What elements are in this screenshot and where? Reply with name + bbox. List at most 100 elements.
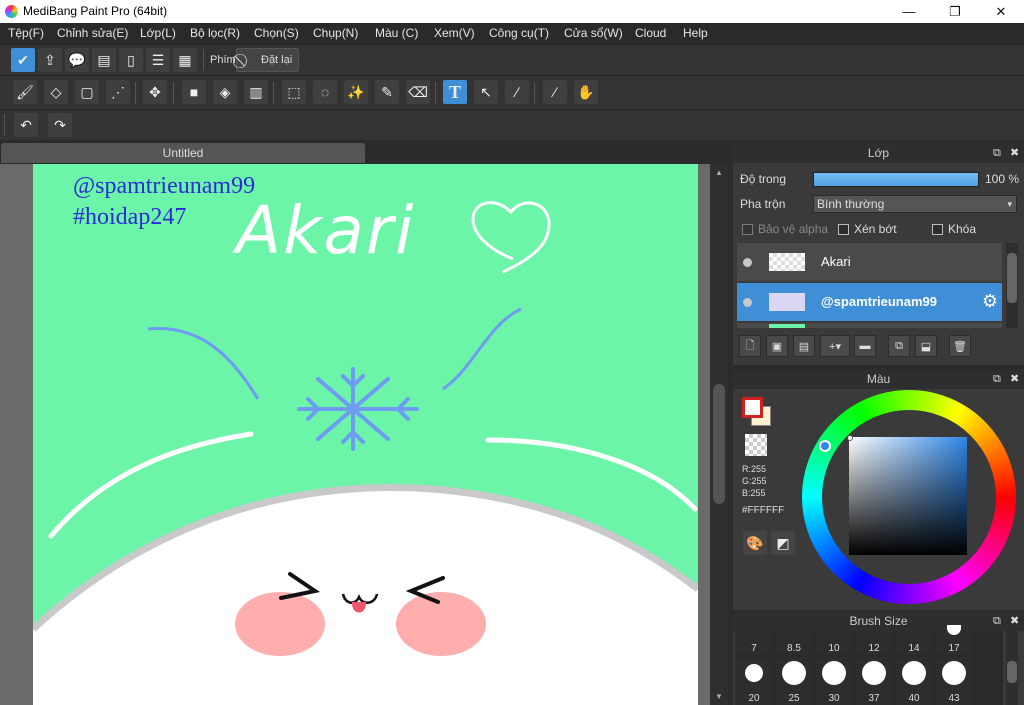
dot-tool-icon[interactable]: ⋰ bbox=[106, 80, 130, 104]
brush-size-37[interactable]: 37 bbox=[855, 657, 893, 705]
trash-icon[interactable]: 🗑 bbox=[949, 335, 971, 357]
share-icon[interactable]: ⇪ bbox=[38, 48, 62, 72]
visibility-icon[interactable] bbox=[743, 298, 752, 307]
undo-icon[interactable]: ↶ bbox=[14, 113, 38, 137]
scroll-thumb[interactable] bbox=[713, 384, 725, 504]
menu-file[interactable]: Tệp(F) bbox=[8, 26, 44, 40]
foreground-color-swatch[interactable] bbox=[742, 397, 763, 418]
palette-icon[interactable]: 🎨 bbox=[743, 531, 767, 555]
minimize-button[interactable]: — bbox=[886, 0, 932, 23]
menu-capture[interactable]: Chụp(N) bbox=[313, 26, 358, 40]
menu-select[interactable]: Chọn(S) bbox=[254, 26, 299, 40]
eyedropper-icon[interactable]: ⁄ bbox=[543, 80, 567, 104]
layer-scrollbar[interactable] bbox=[1006, 243, 1018, 328]
hand-icon[interactable]: ✋ bbox=[574, 80, 598, 104]
brush-size-8-5[interactable]: 8.5 bbox=[775, 631, 813, 655]
brush-icon[interactable]: 🖌 bbox=[13, 80, 37, 104]
duplicate-layer-icon[interactable]: ⧉ bbox=[888, 335, 910, 357]
lasso-icon[interactable]: ◌ bbox=[313, 80, 337, 104]
redo-icon[interactable]: ↷ bbox=[48, 113, 72, 137]
popout-icon[interactable]: ⧉ bbox=[993, 612, 1001, 631]
lock-checkbox[interactable] bbox=[932, 224, 943, 235]
drawing-canvas[interactable]: @spamtrieunam99 #hoidap247 Akari bbox=[33, 164, 698, 705]
select-eraser-icon[interactable]: ⌫ bbox=[406, 80, 430, 104]
reset-button[interactable]: ⃠ Đặt lại bbox=[236, 48, 299, 72]
menu-layer[interactable]: Lớp(L) bbox=[140, 26, 176, 40]
brush-scroll-thumb[interactable] bbox=[1007, 661, 1017, 683]
rectangle-select-icon[interactable]: ▢ bbox=[75, 80, 99, 104]
close-button[interactable]: ✕ bbox=[978, 0, 1024, 23]
brush-size-14[interactable]: 14 bbox=[895, 631, 933, 655]
brush-size-30[interactable]: 30 bbox=[815, 657, 853, 705]
bucket-icon[interactable]: ◈ bbox=[213, 80, 237, 104]
visibility-icon[interactable] bbox=[743, 258, 752, 267]
new-layer-1bit-icon[interactable]: ▤ bbox=[793, 335, 815, 357]
brush-size-20[interactable]: 20 bbox=[735, 657, 773, 705]
chevron-down-icon: ▾ bbox=[1007, 199, 1012, 209]
hue-handle[interactable] bbox=[819, 440, 831, 452]
panel-close-icon[interactable]: ✖ bbox=[1010, 370, 1019, 389]
layer-row-akari[interactable]: Akari bbox=[737, 243, 1002, 281]
scroll-down-arrow[interactable]: ▼ bbox=[715, 692, 723, 701]
page-icon[interactable]: ▯ bbox=[119, 48, 143, 72]
document-tab[interactable]: Untitled bbox=[1, 143, 365, 163]
add-layer-dropdown-icon[interactable]: +▾ bbox=[820, 335, 850, 357]
canvas-scrollbar[interactable]: ▲ ▼ bbox=[710, 164, 728, 705]
maximize-button[interactable]: ❐ bbox=[932, 0, 978, 23]
layer-scroll-thumb[interactable] bbox=[1007, 253, 1017, 303]
panel-close-icon[interactable]: ✖ bbox=[1010, 144, 1019, 163]
cloud-check-icon[interactable]: ✔ bbox=[11, 48, 35, 72]
eraser-icon[interactable]: ◇ bbox=[44, 80, 68, 104]
popout-icon[interactable]: ⧉ bbox=[993, 144, 1001, 163]
menu-tools[interactable]: Công cụ(T) bbox=[489, 26, 549, 40]
menu-filter[interactable]: Bộ lọc(R) bbox=[190, 26, 240, 40]
text-tool-icon[interactable]: T bbox=[443, 80, 467, 104]
menu-color[interactable]: Màu (C) bbox=[375, 26, 418, 40]
move-icon[interactable]: ✥ bbox=[143, 80, 167, 104]
merge-layer-icon[interactable]: ⬓ bbox=[915, 335, 937, 357]
scroll-up-arrow[interactable]: ▲ bbox=[715, 168, 723, 177]
top-toolbar: ✔ ⇪ 💬 ▤ ▯ ☰ ▦ Phím ⃠ Đặt lại bbox=[0, 44, 1024, 75]
sv-handle[interactable] bbox=[847, 435, 853, 441]
menu-cloud[interactable]: Cloud bbox=[635, 26, 666, 40]
marquee-icon[interactable]: ⬚ bbox=[282, 80, 306, 104]
brush-size-12[interactable]: 12 bbox=[855, 631, 893, 655]
brush-size-10[interactable]: 10 bbox=[815, 631, 853, 655]
toolbar-separator bbox=[534, 82, 535, 104]
protect-alpha-checkbox[interactable] bbox=[742, 224, 753, 235]
brush-size-7[interactable]: 7 bbox=[735, 631, 773, 655]
fill-rect-icon[interactable]: ■ bbox=[182, 80, 206, 104]
operation-icon[interactable]: ↖ bbox=[474, 80, 498, 104]
clipping-checkbox[interactable] bbox=[838, 224, 849, 235]
panel-close-icon[interactable]: ✖ bbox=[1010, 612, 1019, 631]
menu-edit[interactable]: Chỉnh sửa(E) bbox=[57, 26, 128, 40]
speech-bubble-icon[interactable]: 💬 bbox=[65, 48, 89, 72]
opacity-slider[interactable] bbox=[813, 172, 979, 187]
grid-chart-icon[interactable]: ▦ bbox=[173, 48, 197, 72]
new-layer-icon[interactable]: 🗋 bbox=[739, 335, 761, 357]
comment-icon[interactable]: ▤ bbox=[92, 48, 116, 72]
saturation-value-square[interactable] bbox=[849, 437, 967, 555]
menu-help[interactable]: Help bbox=[683, 26, 708, 40]
canvas-area[interactable]: @spamtrieunam99 #hoidap247 Akari bbox=[0, 164, 710, 705]
transparent-color-swatch[interactable] bbox=[745, 434, 767, 456]
menu-view[interactable]: Xem(V) bbox=[434, 26, 475, 40]
brush-size-40[interactable]: 40 bbox=[895, 657, 933, 705]
brush-size-43[interactable]: 43 bbox=[935, 657, 973, 705]
magic-wand-icon[interactable]: ✨ bbox=[344, 80, 368, 104]
menu-window[interactable]: Cửa sổ(W) bbox=[564, 26, 623, 40]
layer-row-handle[interactable]: @spamtrieunam99 ⚙ bbox=[737, 283, 1002, 321]
brush-size-25[interactable]: 25 bbox=[775, 657, 813, 705]
new-layer-8bit-icon[interactable]: ▣ bbox=[766, 335, 788, 357]
layer-list-icon[interactable]: ☰ bbox=[146, 48, 170, 72]
brush-size-17[interactable]: 17 bbox=[935, 625, 973, 655]
select-pen-icon[interactable]: ✎ bbox=[375, 80, 399, 104]
gradient-icon[interactable]: ▥ bbox=[244, 80, 268, 104]
gear-icon[interactable]: ⚙ bbox=[982, 291, 998, 312]
popout-icon[interactable]: ⧉ bbox=[993, 370, 1001, 389]
blend-mode-select[interactable]: Bình thường ▾ bbox=[813, 195, 1017, 213]
brush-scrollbar[interactable] bbox=[1006, 631, 1018, 705]
color-history-icon[interactable]: ◩ bbox=[771, 531, 795, 555]
folder-icon[interactable]: ▬ bbox=[854, 335, 876, 357]
divide-icon[interactable]: ∕ bbox=[505, 80, 529, 104]
